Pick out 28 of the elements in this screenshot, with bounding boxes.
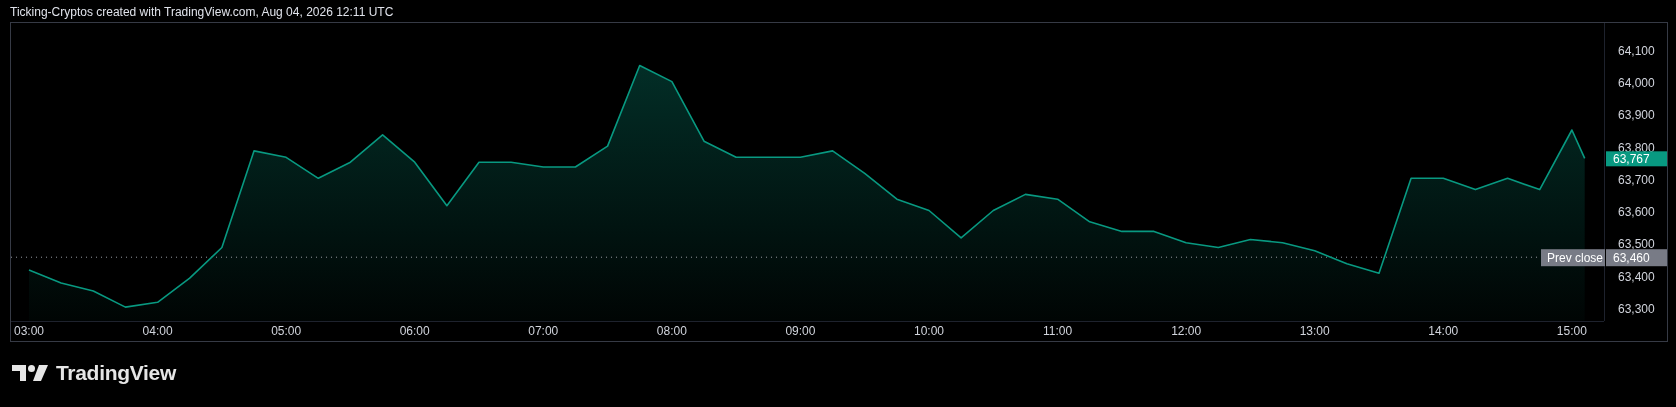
prev-close-price-tag: 63,460 [1606, 249, 1667, 267]
time-axis-label: 08:00 [656, 324, 687, 338]
time-axis-label: 12:00 [1171, 324, 1202, 338]
last-price-tag: 63,767 [1606, 151, 1667, 167]
time-axis-label: 14:00 [1428, 324, 1459, 338]
prev-close-tag: Prev close [1541, 249, 1605, 267]
price-axis-label: 63,300 [1618, 301, 1655, 316]
time-axis-label: 03:00 [14, 324, 44, 338]
time-axis-label: 04:00 [142, 324, 173, 338]
price-axis-label: 63,600 [1618, 205, 1655, 220]
time-axis-label: 07:00 [528, 324, 559, 338]
time-axis-label: 11:00 [1043, 324, 1073, 338]
price-axis-label: 64,000 [1618, 76, 1655, 91]
time-axis-label: 13:00 [1299, 324, 1330, 338]
ref-line-label: Prev close [1547, 250, 1604, 265]
price-axis-label: 63,900 [1618, 108, 1655, 123]
logo-icon [12, 364, 48, 382]
time-axis-label: 06:00 [399, 324, 430, 338]
time-axis-label: 09:00 [785, 324, 816, 338]
chart-caption: Ticking-Cryptos created with TradingView.com, Aug 04, 2026 12:11 UTC [10, 5, 394, 19]
price-axis-label: 63,400 [1618, 269, 1655, 284]
time-axis-label: 05:00 [271, 324, 302, 338]
price-axis-label: 64,100 [1618, 44, 1655, 59]
time-axis-label: 10:00 [914, 324, 944, 338]
price-axis-label: 63,700 [1618, 172, 1655, 187]
time-axis-label: 15:00 [1556, 324, 1587, 338]
logo-text: TradingView [56, 361, 176, 385]
price-axis-label: 63,500 [1618, 237, 1655, 252]
